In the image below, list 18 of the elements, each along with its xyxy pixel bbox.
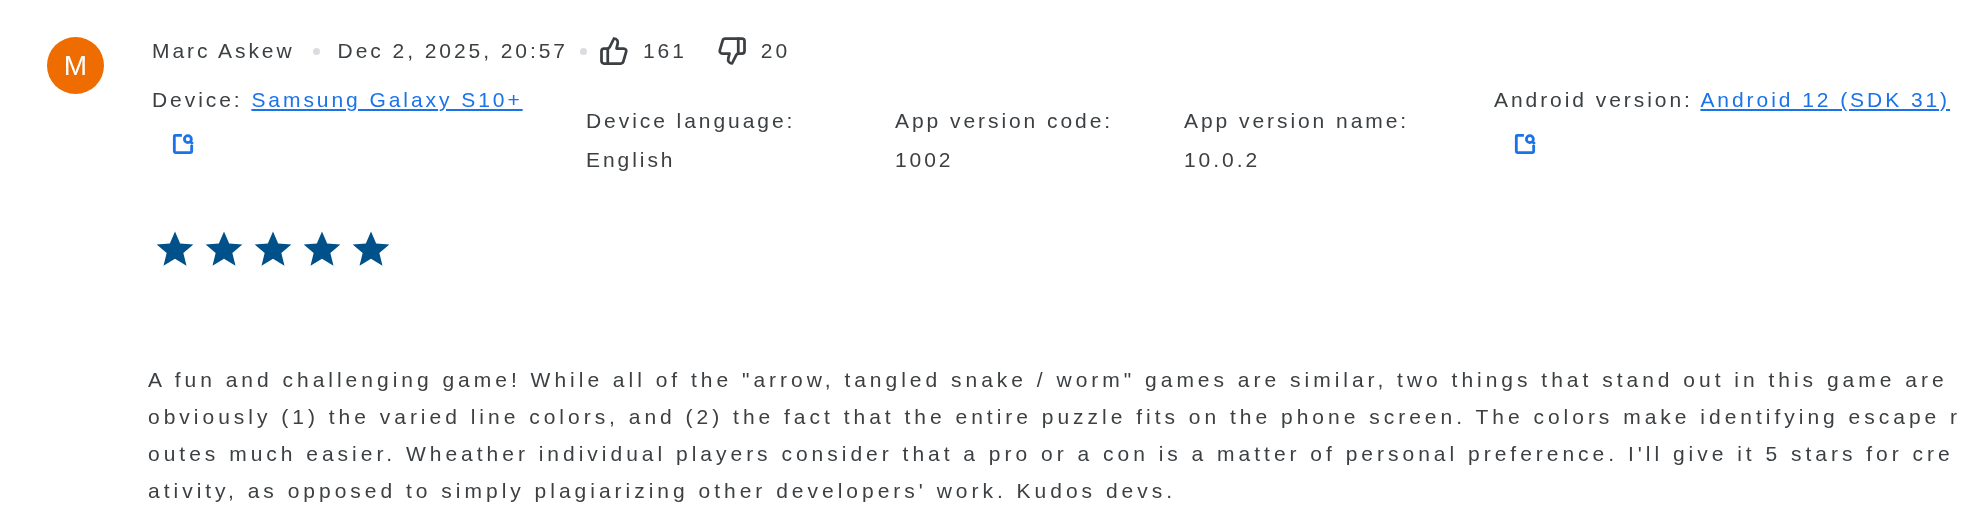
detail-value: English [586,147,677,173]
detail-label: Device language: [586,108,797,134]
author-name: Marc Askew [152,38,295,65]
detail-link[interactable]: Samsung Galaxy S10+ [251,88,523,111]
thumbs-down-icon[interactable] [716,36,747,66]
detail-link[interactable]: Android 12 (SDK 31) [1700,88,1951,111]
detail-label: Android version: [1494,88,1693,111]
detail-value: 10.0.2 [1184,147,1262,173]
detail-label: App version name: [1184,108,1411,134]
like-count: 161 [643,38,687,65]
avatar: M [47,37,104,94]
review-text: A fun and challenging game! While all of the "arrow, tangled snake / worm" games are similar, two things that stand out in this game are obviously (1) the varied line colors, and (2) the fact that the entire puzzle fits on the phone screen. The colors make identifying escape r outes much easier. Wheather individual players consider that a pro or a con is a matter of personal preference. I'll give it 5 stars for cre ativity, as opposed to simply plagiarizing other developers' work. Kudos devs. [148,367,1962,504]
detail-label: Device: [152,88,243,111]
thumbs-up-icon[interactable] [599,36,629,66]
detail-value: 1002 [895,147,955,173]
review-date: Dec 2, 2025, 20:57 [337,38,568,65]
detail-label: App version code: [895,108,1115,134]
dislike-count: 20 [760,38,791,65]
